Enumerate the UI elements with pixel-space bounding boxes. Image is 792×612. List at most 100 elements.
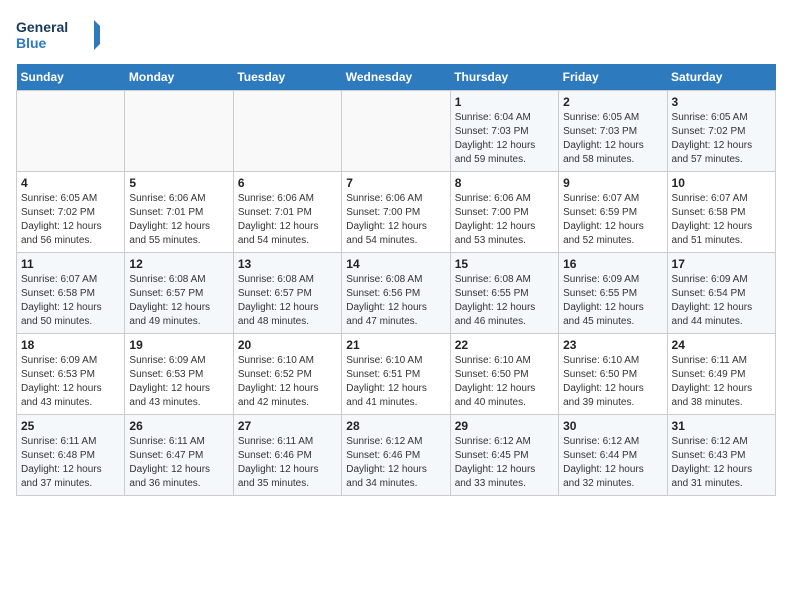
day-info: Sunrise: 6:06 AMSunset: 7:00 PMDaylight:… <box>455 192 554 248</box>
day-info: Sunrise: 6:12 AMSunset: 6:44 PMDaylight:… <box>563 435 662 491</box>
day-number: 6 <box>238 176 337 190</box>
calendar-day-cell: 26Sunrise: 6:11 AMSunset: 6:47 PMDayligh… <box>125 415 233 496</box>
calendar-day-cell: 16Sunrise: 6:09 AMSunset: 6:55 PMDayligh… <box>559 253 667 334</box>
day-info: Sunrise: 6:12 AMSunset: 6:45 PMDaylight:… <box>455 435 554 491</box>
calendar-day-cell: 21 Sunrise: 6:10 AMSunset: 6:51 PMDayligh… <box>342 334 450 415</box>
logo-svg: General Blue <box>16 16 106 56</box>
day-info: Sunrise: 6:08 AMSunset: 6:57 PMDaylight:… <box>238 273 337 329</box>
day-number: 21 <box>346 338 445 352</box>
day-number: 4 <box>21 176 120 190</box>
day-number: 15 <box>455 257 554 271</box>
day-number: 27 <box>238 419 337 433</box>
day-number: 30 <box>563 419 662 433</box>
calendar-day-cell: 18Sunrise: 6:09 AMSunset: 6:53 PMDayligh… <box>17 334 125 415</box>
day-number: 24 <box>672 338 771 352</box>
calendar-day-cell: 10 Sunrise: 6:07 AMSunset: 6:58 PMDayligh… <box>667 172 775 253</box>
day-number: 16 <box>563 257 662 271</box>
day-info: Sunrise: 6:09 AMSunset: 6:53 PMDaylight:… <box>21 354 120 410</box>
calendar-empty-cell <box>342 91 450 172</box>
day-number: 25 <box>21 419 120 433</box>
day-info: Sunrise: 6:08 AMSunset: 6:56 PMDaylight:… <box>346 273 445 329</box>
day-info: Sunrise: 6:07 AMSunset: 6:58 PMDaylight:… <box>21 273 120 329</box>
calendar-week-row: 11 Sunrise: 6:07 AMSunset: 6:58 PMDayligh… <box>17 253 776 334</box>
day-number: 3 <box>672 95 771 109</box>
day-info: Sunrise: 6:11 AMSunset: 6:46 PMDaylight:… <box>238 435 337 491</box>
page-header: General Blue <box>16 16 776 56</box>
day-info: Sunrise: 6:10 AMSunset: 6:51 PMDaylight:… <box>346 354 445 410</box>
day-info: Sunrise: 6:10 AMSunset: 6:50 PMDaylight:… <box>455 354 554 410</box>
day-info: Sunrise: 6:06 AMSunset: 7:00 PMDaylight:… <box>346 192 445 248</box>
day-info: Sunrise: 6:08 AMSunset: 6:57 PMDaylight:… <box>129 273 228 329</box>
calendar-day-cell: 22 Sunrise: 6:10 AMSunset: 6:50 PMDayligh… <box>450 334 558 415</box>
day-info: Sunrise: 6:05 AMSunset: 7:02 PMDaylight:… <box>21 192 120 248</box>
calendar-day-cell: 1 Sunrise: 6:04 AMSunset: 7:03 PMDaylight… <box>450 91 558 172</box>
day-number: 5 <box>129 176 228 190</box>
calendar-week-row: 1 Sunrise: 6:04 AMSunset: 7:03 PMDaylight… <box>17 91 776 172</box>
weekday-header-wednesday: Wednesday <box>342 64 450 91</box>
calendar-day-cell: 25Sunrise: 6:11 AMSunset: 6:48 PMDayligh… <box>17 415 125 496</box>
calendar-day-cell: 14 Sunrise: 6:08 AMSunset: 6:56 PMDayligh… <box>342 253 450 334</box>
svg-text:Blue: Blue <box>16 35 47 51</box>
day-info: Sunrise: 6:05 AMSunset: 7:02 PMDaylight:… <box>672 111 771 167</box>
day-number: 28 <box>346 419 445 433</box>
calendar-day-cell: 24 Sunrise: 6:11 AMSunset: 6:49 PMDayligh… <box>667 334 775 415</box>
calendar-week-row: 25Sunrise: 6:11 AMSunset: 6:48 PMDayligh… <box>17 415 776 496</box>
calendar-day-cell: 8 Sunrise: 6:06 AMSunset: 7:00 PMDaylight… <box>450 172 558 253</box>
day-number: 2 <box>563 95 662 109</box>
calendar-empty-cell <box>125 91 233 172</box>
weekday-header-tuesday: Tuesday <box>233 64 341 91</box>
day-number: 23 <box>563 338 662 352</box>
day-number: 9 <box>563 176 662 190</box>
day-number: 31 <box>672 419 771 433</box>
day-number: 22 <box>455 338 554 352</box>
day-number: 10 <box>672 176 771 190</box>
calendar-day-cell: 11 Sunrise: 6:07 AMSunset: 6:58 PMDayligh… <box>17 253 125 334</box>
calendar-day-cell: 15 Sunrise: 6:08 AMSunset: 6:55 PMDayligh… <box>450 253 558 334</box>
weekday-header-monday: Monday <box>125 64 233 91</box>
day-number: 20 <box>238 338 337 352</box>
calendar-day-cell: 5 Sunrise: 6:06 AMSunset: 7:01 PMDaylight… <box>125 172 233 253</box>
day-number: 19 <box>129 338 228 352</box>
day-number: 7 <box>346 176 445 190</box>
day-number: 11 <box>21 257 120 271</box>
logo: General Blue <box>16 16 106 56</box>
calendar-day-cell: 28 Sunrise: 6:12 AMSunset: 6:46 PMDayligh… <box>342 415 450 496</box>
calendar-day-cell: 9 Sunrise: 6:07 AMSunset: 6:59 PMDaylight… <box>559 172 667 253</box>
calendar-day-cell: 6 Sunrise: 6:06 AMSunset: 7:01 PMDaylight… <box>233 172 341 253</box>
day-number: 12 <box>129 257 228 271</box>
calendar-empty-cell <box>233 91 341 172</box>
day-info: Sunrise: 6:08 AMSunset: 6:55 PMDaylight:… <box>455 273 554 329</box>
day-info: Sunrise: 6:09 AMSunset: 6:54 PMDaylight:… <box>672 273 771 329</box>
calendar-day-cell: 30 Sunrise: 6:12 AMSunset: 6:44 PMDayligh… <box>559 415 667 496</box>
day-info: Sunrise: 6:12 AMSunset: 6:46 PMDaylight:… <box>346 435 445 491</box>
day-info: Sunrise: 6:06 AMSunset: 7:01 PMDaylight:… <box>238 192 337 248</box>
weekday-header-row: SundayMondayTuesdayWednesdayThursdayFrid… <box>17 64 776 91</box>
calendar-day-cell: 13Sunrise: 6:08 AMSunset: 6:57 PMDayligh… <box>233 253 341 334</box>
calendar-day-cell: 4 Sunrise: 6:05 AMSunset: 7:02 PMDaylight… <box>17 172 125 253</box>
weekday-header-friday: Friday <box>559 64 667 91</box>
day-number: 1 <box>455 95 554 109</box>
day-info: Sunrise: 6:07 AMSunset: 6:58 PMDaylight:… <box>672 192 771 248</box>
calendar-day-cell: 29 Sunrise: 6:12 AMSunset: 6:45 PMDayligh… <box>450 415 558 496</box>
calendar-day-cell: 31 Sunrise: 6:12 AMSunset: 6:43 PMDayligh… <box>667 415 775 496</box>
day-number: 8 <box>455 176 554 190</box>
day-info: Sunrise: 6:10 AMSunset: 6:50 PMDaylight:… <box>563 354 662 410</box>
calendar-day-cell: 12 Sunrise: 6:08 AMSunset: 6:57 PMDayligh… <box>125 253 233 334</box>
calendar-day-cell: 19Sunrise: 6:09 AMSunset: 6:53 PMDayligh… <box>125 334 233 415</box>
calendar-week-row: 18Sunrise: 6:09 AMSunset: 6:53 PMDayligh… <box>17 334 776 415</box>
calendar-empty-cell <box>17 91 125 172</box>
calendar-day-cell: 23 Sunrise: 6:10 AMSunset: 6:50 PMDayligh… <box>559 334 667 415</box>
calendar-week-row: 4 Sunrise: 6:05 AMSunset: 7:02 PMDaylight… <box>17 172 776 253</box>
day-info: Sunrise: 6:04 AMSunset: 7:03 PMDaylight:… <box>455 111 554 167</box>
calendar-day-cell: 17Sunrise: 6:09 AMSunset: 6:54 PMDayligh… <box>667 253 775 334</box>
day-info: Sunrise: 6:11 AMSunset: 6:49 PMDaylight:… <box>672 354 771 410</box>
weekday-header-sunday: Sunday <box>17 64 125 91</box>
day-info: Sunrise: 6:12 AMSunset: 6:43 PMDaylight:… <box>672 435 771 491</box>
day-number: 14 <box>346 257 445 271</box>
day-info: Sunrise: 6:07 AMSunset: 6:59 PMDaylight:… <box>563 192 662 248</box>
day-number: 29 <box>455 419 554 433</box>
day-info: Sunrise: 6:10 AMSunset: 6:52 PMDaylight:… <box>238 354 337 410</box>
calendar-table: SundayMondayTuesdayWednesdayThursdayFrid… <box>16 64 776 496</box>
weekday-header-thursday: Thursday <box>450 64 558 91</box>
day-info: Sunrise: 6:06 AMSunset: 7:01 PMDaylight:… <box>129 192 228 248</box>
